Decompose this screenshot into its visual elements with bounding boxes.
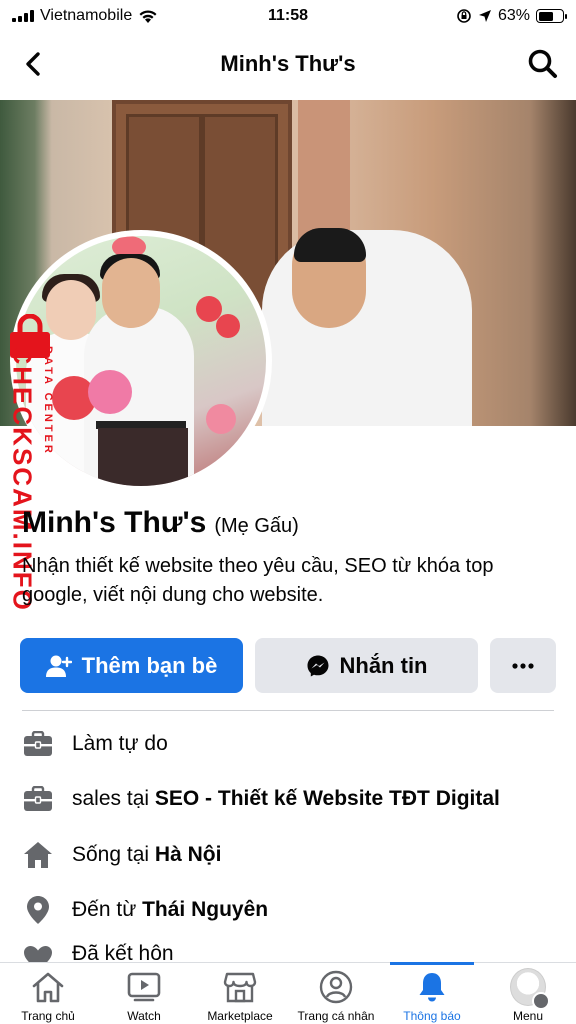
status-right: 63% [364,7,567,25]
message-label: Nhắn tin [339,652,428,678]
menu-gear-icon [532,992,550,1010]
location-pin-icon [22,894,54,926]
status-left: Vietnamobile [12,7,212,25]
intro-item-from[interactable]: Đến từ Thái Nguyên [22,883,562,939]
nav-menu[interactable]: Menu [480,963,576,1024]
home-icon [30,969,66,1005]
nav-notifications-label: Thông báo [403,1009,461,1023]
intro-item-work-freelance[interactable]: Làm tự do [22,716,562,772]
nav-profile-label: Trang cá nhân [297,1009,375,1023]
profile-actions: Thêm bạn bè Nhắn tin [20,638,556,693]
intro-item-lives-in[interactable]: Sống tại Hà Nội [22,827,562,883]
messenger-icon [307,655,328,676]
menu-avatar [510,968,550,1010]
profile-icon [318,969,354,1005]
profile-name-row: Minh's Thư's (Mẹ Gấu) [22,506,299,540]
nav-profile[interactable]: Trang cá nhân [288,963,384,1024]
briefcase-icon [22,728,54,760]
signal-icon [12,10,34,22]
intro-bold-city[interactable]: Hà Nội [155,843,222,866]
bottom-nav: Trang chủ Watch Marketplace Trang cá nhâ… [0,962,576,1024]
status-time: 11:58 [267,7,309,24]
watermark-tagline: DATA CENTER [42,346,54,456]
intro-text: Đến từ Thái Nguyên [72,898,269,922]
bell-icon [414,969,450,1005]
wifi-icon [139,10,157,23]
intro-bold-company[interactable]: SEO - Thiết kế Website TĐT Digital [155,787,500,810]
nav-home-label: Trang chủ [21,1009,75,1023]
nav-notifications[interactable]: Thông báo [384,962,480,1024]
battery-icon [536,9,567,23]
carrier-label: Vietnamobile [40,7,133,24]
nav-menu-label: Menu [512,1009,544,1023]
intro-text: Làm tự do [72,731,168,755]
intro-bold-hometown[interactable]: Thái Nguyên [142,898,268,921]
search-icon[interactable] [526,47,560,81]
battery-fill [538,11,553,21]
message-button[interactable]: Nhắn tin [255,638,478,693]
nav-watch[interactable]: Watch [96,963,192,1024]
nav-marketplace-label: Marketplace [207,1009,273,1023]
intro-text: Sống tại Hà Nội [72,842,222,866]
intro-list: Làm tự do sales tại SEO - Thiết kế Websi… [22,716,562,966]
watermark: DATA CENTER CHECKSCAM.INFO [2,310,62,612]
more-options-button[interactable] [490,638,556,693]
home-icon [22,839,54,871]
add-friend-icon [45,655,72,677]
add-friend-button[interactable]: Thêm bạn bè [20,638,243,693]
back-arrow-icon[interactable] [18,48,50,80]
nav-home[interactable]: Trang chủ [0,963,96,1024]
intro-text: sales tại SEO - Thiết kế Website TĐT Dig… [72,787,500,811]
header-title: Minh's Thư's [220,51,356,76]
profile-bio: Nhận thiết kế website theo yêu cầu, SEO … [22,555,494,606]
rotation-lock-icon [457,9,471,23]
add-friend-label: Thêm bạn bè [81,652,218,678]
nav-watch-label: Watch [127,1009,161,1023]
status-bar: Vietnamobile 11:58 63% [0,0,576,32]
battery-percent: 63% [497,7,530,24]
shop-icon [222,969,258,1005]
location-arrow-icon [478,10,491,22]
profile-header: Minh's Thư's [0,34,576,94]
profile-alt-name: (Mẹ Gấu) [214,515,299,537]
video-icon [126,969,162,1005]
nav-marketplace[interactable]: Marketplace [192,963,288,1024]
briefcase-icon [22,783,54,815]
section-divider [22,710,554,711]
intro-item-work-sales[interactable]: sales tại SEO - Thiết kế Website TĐT Dig… [22,772,562,828]
profile-name: Minh's Thư's [22,506,207,539]
more-dots-icon [512,662,534,669]
